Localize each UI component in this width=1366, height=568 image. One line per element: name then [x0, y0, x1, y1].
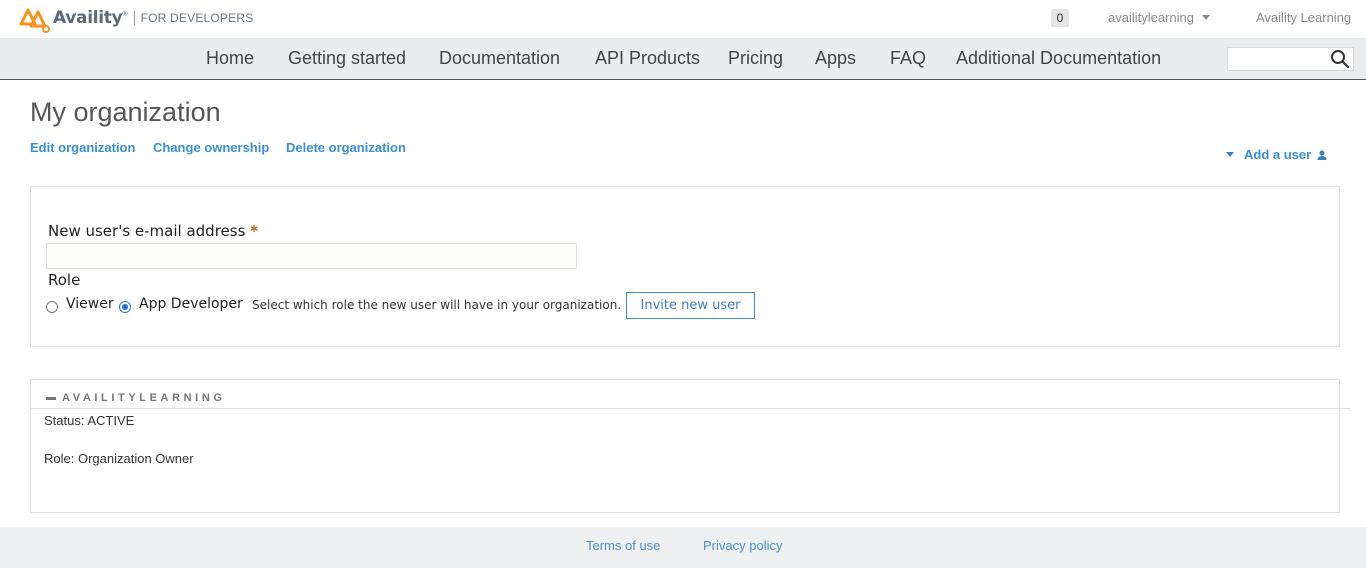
availity-logo-icon: [19, 8, 50, 33]
nav-item-faq[interactable]: FAQ: [890, 48, 926, 69]
add-user-form: New user's e-mail address * Role Viewer …: [30, 186, 1340, 347]
edit-organization-link[interactable]: Edit organization: [30, 140, 135, 155]
role-label-app-developer[interactable]: App Developer: [139, 296, 243, 312]
main-nav: Home Getting started Documentation API P…: [0, 38, 1366, 80]
brand-subtitle: FOR DEVELOPERS: [140, 11, 254, 25]
terms-of-use-link[interactable]: Terms of use: [586, 538, 660, 553]
nav-item-apps[interactable]: Apps: [815, 48, 856, 69]
add-user-toggle[interactable]: Add a user: [1226, 147, 1328, 162]
notification-badge[interactable]: 0: [1051, 9, 1069, 27]
organization-link[interactable]: Availity Learning: [1256, 10, 1351, 25]
email-field[interactable]: [46, 243, 577, 269]
user-menu[interactable]: availitylearning: [1108, 10, 1210, 25]
username: availitylearning: [1108, 10, 1194, 25]
nav-item-pricing[interactable]: Pricing: [728, 48, 783, 69]
role-radio-viewer[interactable]: [46, 301, 58, 313]
role-help-text: Select which role the new user will have…: [252, 298, 622, 312]
required-marker: *: [250, 222, 259, 240]
delete-organization-link[interactable]: Delete organization: [286, 140, 406, 155]
footer: Terms of use Privacy policy: [0, 527, 1366, 568]
role-label-viewer[interactable]: Viewer: [66, 296, 114, 312]
nav-item-additional-documentation[interactable]: Additional Documentation: [956, 48, 1161, 69]
email-field-label: New user's e-mail address *: [48, 222, 258, 240]
logo-divider: [133, 11, 135, 25]
organization-status: Status: ACTIVE: [44, 413, 135, 428]
nav-item-api-products[interactable]: API Products: [595, 48, 700, 69]
email-label-text: New user's e-mail address: [48, 222, 246, 240]
chevron-down-icon: [1202, 15, 1210, 20]
role-radio-app-developer[interactable]: [119, 301, 131, 313]
caret-down-icon: [1226, 152, 1234, 157]
invite-new-user-button[interactable]: Invite new user: [626, 292, 755, 319]
nav-item-getting-started[interactable]: Getting started: [288, 48, 406, 69]
site-logo[interactable]: Availity ® FOR DEVELOPERS: [17, 2, 253, 34]
divider: [31, 408, 1351, 409]
brand-registered-mark: ®: [122, 11, 128, 18]
privacy-policy-link[interactable]: Privacy policy: [703, 538, 782, 553]
user-icon: [1317, 150, 1327, 160]
role-label: Role: [48, 271, 81, 289]
add-user-label: Add a user: [1244, 147, 1312, 162]
organization-role: Role: Organization Owner: [44, 451, 194, 466]
nav-item-documentation[interactable]: Documentation: [439, 48, 560, 69]
top-bar: Availity ® FOR DEVELOPERS 0 availitylear…: [0, 0, 1366, 38]
collapse-icon: [46, 396, 56, 400]
organization-collapse-toggle[interactable]: AVAILITYLEARNING: [46, 392, 226, 404]
page-title: My organization: [30, 97, 221, 127]
organization-details: AVAILITYLEARNING Status: ACTIVE Role: Or…: [30, 379, 1351, 513]
organization-name: AVAILITYLEARNING: [62, 392, 226, 404]
nav-item-home[interactable]: Home: [206, 48, 254, 69]
search-icon[interactable]: [1330, 49, 1350, 69]
change-ownership-link[interactable]: Change ownership: [153, 140, 269, 155]
brand-name: Availity: [53, 8, 123, 28]
